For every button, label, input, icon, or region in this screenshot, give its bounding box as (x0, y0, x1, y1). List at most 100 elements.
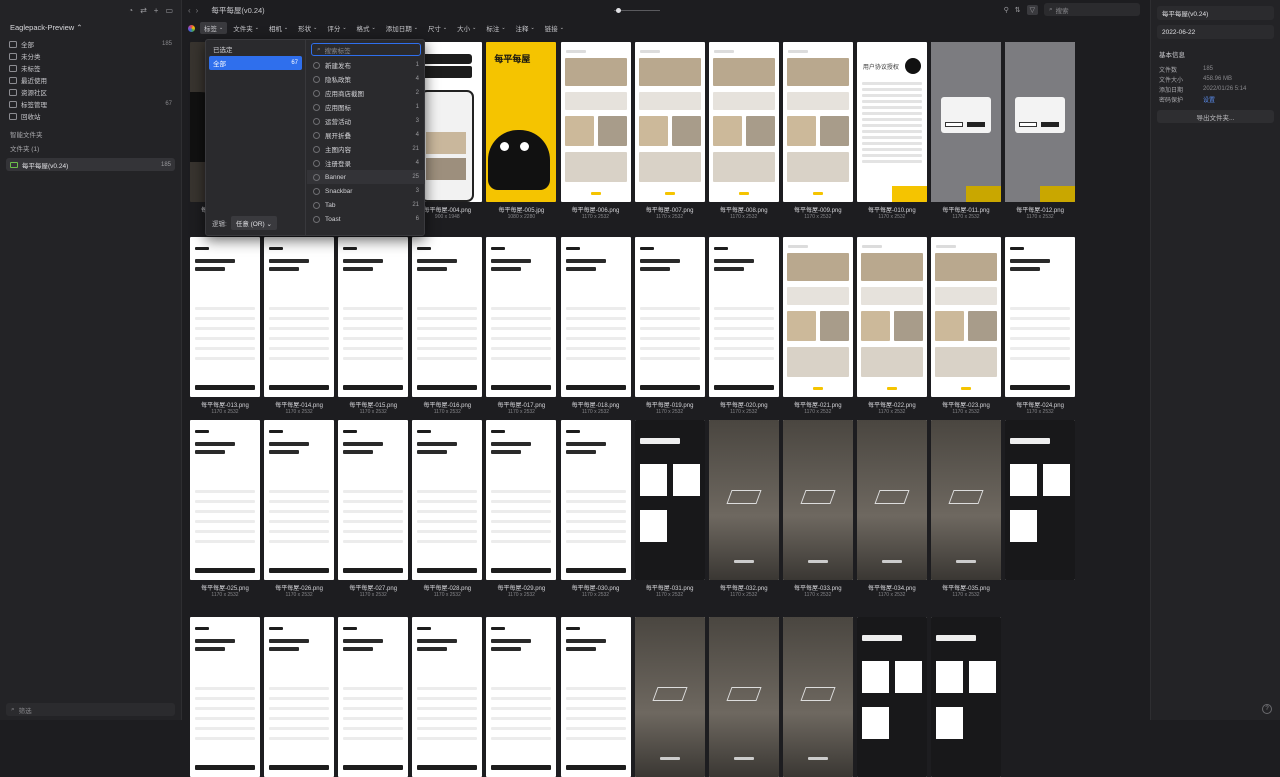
thumbnail-image[interactable] (856, 617, 927, 777)
thumbnail-item[interactable] (560, 617, 631, 777)
thumbnail-item[interactable]: 每平每屋-032.png 1170 x 2532 (708, 420, 779, 598)
info-value[interactable]: 设置 (1203, 95, 1215, 104)
thumbnail-image[interactable] (782, 617, 853, 777)
sidebar-item[interactable]: 最近使用 (0, 74, 181, 86)
sort-icon[interactable]: ⇅ (1015, 6, 1021, 14)
tag-option[interactable]: 应用图标 1 (307, 100, 425, 114)
sidebar-item[interactable]: 未分类 (0, 50, 181, 62)
thumbnail-image[interactable] (338, 617, 409, 777)
thumbnail-image[interactable] (412, 237, 483, 397)
thumbnail-item[interactable]: 每平每屋-017.png 1170 x 2532 (486, 237, 557, 415)
thumbnail-image[interactable] (931, 420, 1001, 580)
tag-option[interactable]: 注册登录 4 (307, 156, 425, 170)
tag-option[interactable]: 展开折叠 4 (307, 128, 425, 142)
tag-checkbox[interactable] (313, 61, 320, 69)
bell-icon[interactable]: ◔ (128, 6, 133, 15)
thumbnail-image[interactable] (634, 237, 705, 397)
thumbnail-image[interactable] (338, 237, 409, 397)
filter-chip[interactable]: 链接 ⌄ (541, 22, 568, 34)
tag-option[interactable]: Snackbar 3 (307, 184, 425, 198)
thumbnail-image[interactable] (782, 42, 853, 202)
thumbnail-image[interactable] (634, 617, 705, 777)
thumbnail-image[interactable] (412, 420, 483, 580)
tag-checkbox[interactable] (313, 187, 320, 195)
thumbnail-image[interactable] (931, 42, 1001, 202)
filter-icon[interactable]: ▽ (1026, 4, 1038, 15)
thumbnail-item[interactable]: 每平每屋-008.png 1170 x 2532 (708, 42, 779, 220)
filter-chip[interactable]: 尺寸 ⌄ (424, 22, 451, 34)
thumbnail-item[interactable]: 每平每屋-026.png 1170 x 2532 (264, 420, 335, 598)
thumbnail-image[interactable] (1005, 420, 1076, 580)
thumbnail-item[interactable] (708, 617, 779, 777)
filter-chip[interactable]: 大小 ⌄ (453, 22, 480, 34)
filter-chip[interactable]: 注释 ⌄ (512, 22, 539, 34)
tag-option[interactable]: 运营活动 3 (307, 114, 425, 128)
tag-checkbox[interactable] (313, 117, 320, 125)
tag-checkbox[interactable] (313, 75, 320, 83)
thumbnail-item[interactable]: 每平每屋-034.png 1170 x 2532 (856, 420, 927, 598)
tag-checkbox[interactable] (313, 89, 320, 97)
thumbnail-image[interactable] (708, 420, 779, 580)
filter-chip[interactable]: 标签 ⌄ (200, 22, 228, 34)
thumbnail-item[interactable]: 每平每屋-031.png 1170 x 2532 (634, 420, 705, 598)
library-switcher[interactable]: Eaglepack-Preview ⌃ (0, 20, 181, 38)
filter-chip[interactable]: 形状 ⌄ (294, 22, 321, 34)
thumbnail-item[interactable] (412, 617, 483, 777)
thumbnail-item[interactable]: 每平每屋-013.png 1170 x 2532 (190, 237, 260, 415)
thumbnail-image[interactable] (708, 237, 779, 397)
sidebar-item[interactable]: 全部 185 (0, 38, 181, 50)
thumbnail-image[interactable] (634, 42, 705, 202)
tag-checkbox[interactable] (313, 159, 320, 167)
thumbnail-item[interactable]: 每平每屋-028.png 1170 x 2532 (412, 420, 483, 598)
filter-chip[interactable]: 相机 ⌄ (265, 22, 292, 34)
sidebar-filter[interactable]: ⌕ 筛选 (6, 703, 175, 716)
thumbnail-item[interactable] (782, 617, 853, 777)
thumbnail-image[interactable] (338, 420, 409, 580)
thumbnail-image[interactable] (560, 617, 631, 777)
thumbnail-image[interactable] (190, 237, 260, 397)
sidebar-item[interactable]: 资源社区 (0, 86, 181, 98)
thumbnail-image[interactable] (486, 237, 557, 397)
thumbnail-image[interactable] (412, 617, 483, 777)
add-icon[interactable]: + (154, 6, 159, 15)
tag-option[interactable]: 隐私政策 4 (307, 72, 425, 86)
thumbnail-item[interactable]: 每平每屋-015.png 1170 x 2532 (338, 237, 409, 415)
thumbnail-item[interactable] (856, 617, 927, 777)
thumbnail-item[interactable]: 每平每屋-022.png 1170 x 2532 (856, 237, 927, 415)
tag-checkbox[interactable] (313, 201, 320, 209)
thumbnail-item[interactable]: 每平每屋-014.png 1170 x 2532 (264, 237, 335, 415)
pin-icon[interactable]: ⚲ (1004, 6, 1009, 14)
thumbnail-item[interactable]: 每平每屋-018.png 1170 x 2532 (560, 237, 631, 415)
thumbnail-image[interactable] (560, 237, 631, 397)
thumbnail-item[interactable]: 每平每屋-021.png 1170 x 2532 (782, 237, 853, 415)
help-icon[interactable]: ? (1262, 704, 1272, 714)
thumbnail-item[interactable]: 每平每屋-024.png 1170 x 2532 (1005, 237, 1076, 415)
thumbnail-item[interactable] (264, 617, 335, 777)
thumbnail-image[interactable] (782, 420, 853, 580)
thumbnail-image[interactable] (1005, 237, 1076, 397)
thumbnail-item[interactable]: 用户协议授权 每平每屋-010.png 1170 x 2532 (856, 42, 927, 220)
thumbnail-item[interactable]: 每平每屋-020.png 1170 x 2532 (708, 237, 779, 415)
thumbnail-item[interactable] (486, 617, 557, 777)
sidebar-item[interactable]: 回收站 (0, 110, 181, 122)
thumbnail-image[interactable] (486, 617, 557, 777)
tag-option[interactable]: Banner 25 (307, 170, 425, 184)
filter-input[interactable]: 筛选 (19, 705, 32, 715)
thumbnail-image[interactable] (931, 617, 1001, 777)
thumbnail-image[interactable] (190, 617, 260, 777)
filter-chip[interactable]: 添加日期 ⌄ (382, 22, 422, 34)
tag-checkbox[interactable] (313, 173, 320, 181)
tag-search-input[interactable]: ⌕ 搜索标签 (311, 43, 421, 56)
thumbnail-item[interactable]: 每平每屋-007.png 1170 x 2532 (634, 42, 705, 220)
thumbnail-image[interactable] (782, 237, 853, 397)
zoom-slider[interactable] (614, 8, 660, 13)
thumbnail-item[interactable]: 每平每屋-030.png 1170 x 2532 (560, 420, 631, 598)
sync-icon[interactable]: ⇄ (140, 6, 147, 15)
folder-item[interactable]: 每平每屋(v0.24) 185 (6, 158, 175, 171)
thumbnail-item[interactable]: 每平每屋-025.png 1170 x 2532 (190, 420, 260, 598)
zoom-slider-knob[interactable] (616, 8, 621, 13)
thumbnail-item[interactable] (634, 617, 705, 777)
filter-chip[interactable]: 文件夹 ⌄ (229, 22, 263, 34)
tag-checkbox[interactable] (313, 215, 320, 223)
thumbnail-item[interactable]: 每平每屋-029.png 1170 x 2532 (486, 420, 557, 598)
